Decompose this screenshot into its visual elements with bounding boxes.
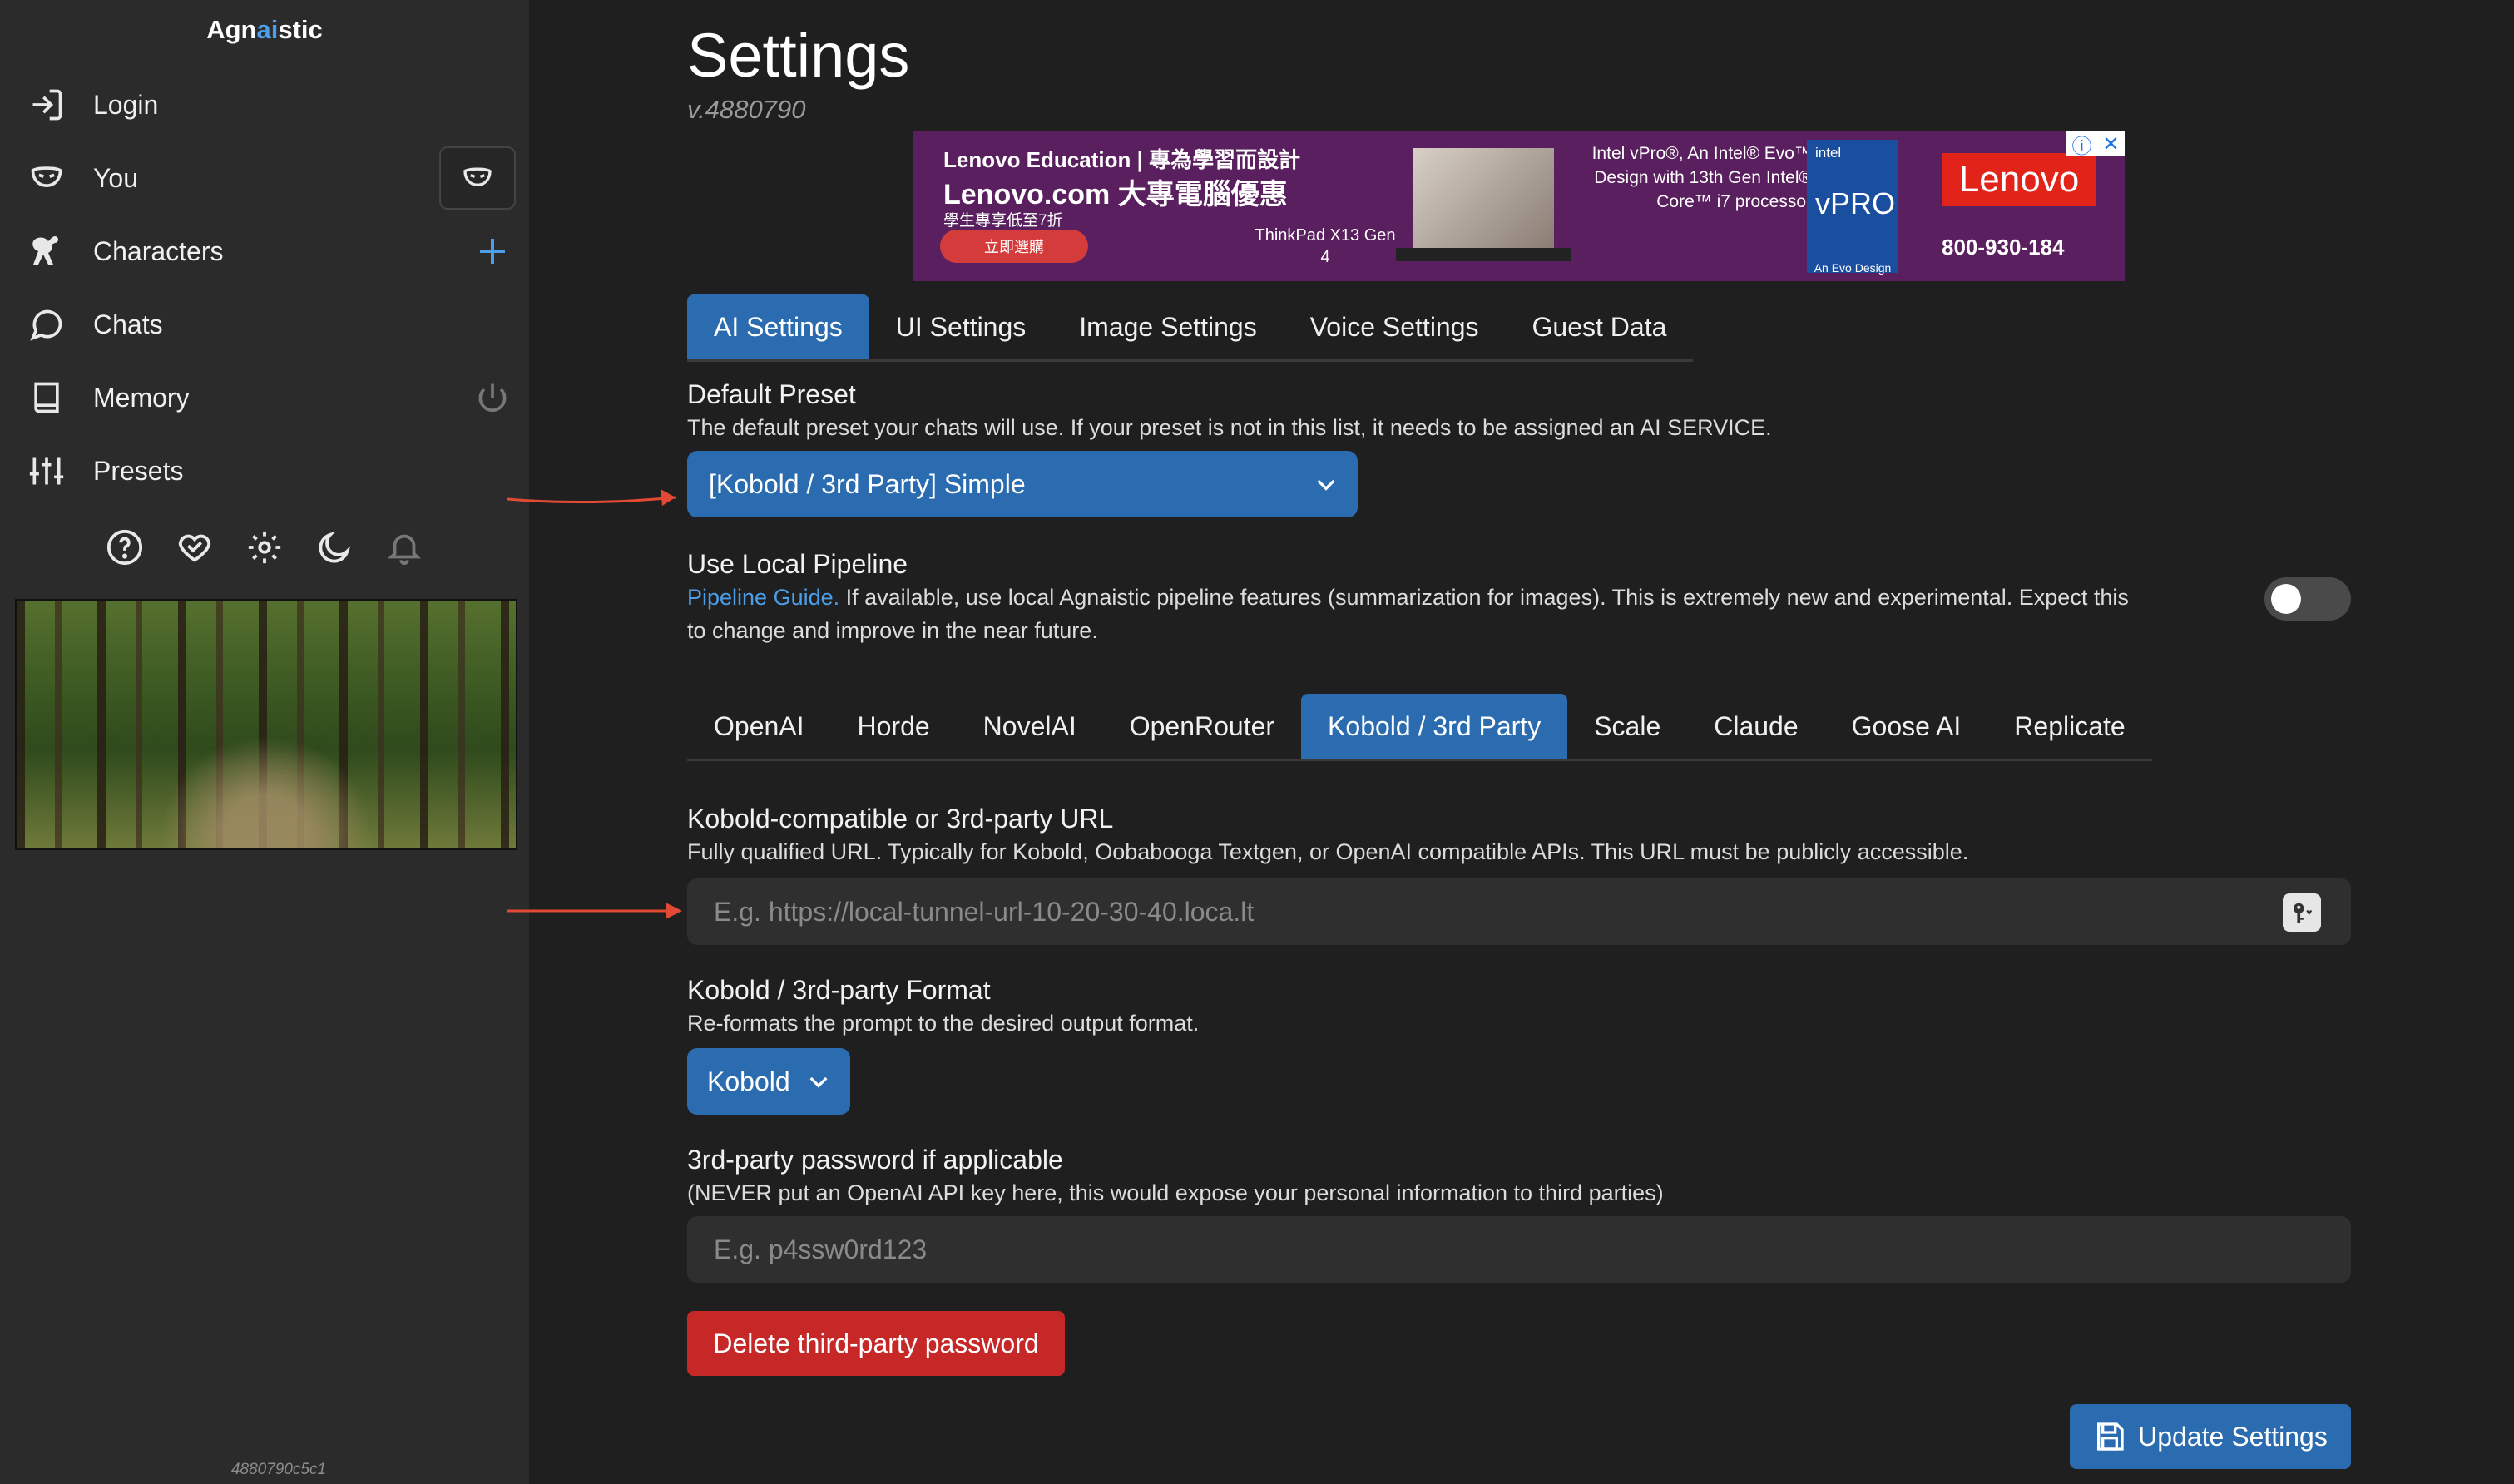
kobold-format-help: Re-formats the prompt to the desired out… xyxy=(687,1011,1200,1036)
sidebar-item-label: You xyxy=(93,162,138,193)
default-preset-select[interactable]: [Kobold / 3rd Party] Simple xyxy=(687,451,1358,517)
settings-tabs: AI Settings UI Settings Image Settings V… xyxy=(687,294,1694,362)
ad-photo xyxy=(1413,148,1554,248)
kobold-url-label: Kobold-compatible or 3rd-party URL xyxy=(687,804,1114,834)
page-title: Settings xyxy=(687,21,910,90)
sidebar-item-label: Login xyxy=(93,89,159,120)
ad-laptop-image xyxy=(1396,248,1571,261)
sidebar-item-login[interactable]: Login xyxy=(23,78,516,131)
local-pipeline-help: Pipeline Guide. If available, use local … xyxy=(687,585,2129,643)
password-input[interactable] xyxy=(687,1216,2351,1283)
tab-novelai[interactable]: NovelAI xyxy=(957,694,1103,759)
heart-handshake-icon[interactable] xyxy=(171,524,218,571)
mask-icon xyxy=(463,167,492,187)
pipeline-guide-link[interactable]: Pipeline Guide. xyxy=(687,585,839,610)
ad-brand-logo: Lenovo xyxy=(1942,153,2096,206)
update-settings-label: Update Settings xyxy=(2138,1421,2328,1452)
ad-line: 學生專享低至7折 xyxy=(943,212,1063,230)
intel-vpro-badge: intel vPRO An Evo Design xyxy=(1807,140,1898,275)
kobold-format-label: Kobold / 3rd-party Format xyxy=(687,975,991,1005)
kobold-url-help: Fully qualified URL. Typically for Kobol… xyxy=(687,839,1969,864)
tab-guest-data[interactable]: Guest Data xyxy=(1506,294,1694,359)
tab-openrouter[interactable]: OpenRouter xyxy=(1103,694,1301,759)
sidebar-item-label: Presets xyxy=(93,455,184,486)
sidebar: Agnaistic Login You Characters Chats Mem… xyxy=(0,0,529,1484)
ad-line: Lenovo Education | 專為學習而設計 xyxy=(943,147,1301,172)
password-help: (NEVER put an OpenAI API key here, this … xyxy=(687,1180,1664,1205)
password-manager-key-icon[interactable] xyxy=(2283,893,2321,932)
add-character-icon[interactable] xyxy=(469,228,516,275)
local-pipeline-label: Use Local Pipeline xyxy=(687,549,908,579)
annotation-arrow xyxy=(507,903,682,919)
tab-horde[interactable]: Horde xyxy=(831,694,957,759)
version-label: v.4880790 xyxy=(687,95,806,124)
login-icon xyxy=(23,82,70,128)
tab-ai-settings[interactable]: AI Settings xyxy=(687,294,869,359)
local-pipeline-toggle[interactable] xyxy=(2264,577,2351,621)
sidebar-item-chats[interactable]: Chats xyxy=(23,298,516,351)
app-logo[interactable]: Agnaistic xyxy=(0,15,529,45)
default-preset-value: [Kobold / 3rd Party] Simple xyxy=(709,468,1026,499)
toggle-knob xyxy=(2271,584,2301,614)
default-preset-help: The default preset your chats will use. … xyxy=(687,415,1772,440)
tab-claude[interactable]: Claude xyxy=(1687,694,1824,759)
ad-headline: Lenovo.com 大專電腦優惠 xyxy=(943,179,1288,210)
kobold-url-input[interactable] xyxy=(687,878,2351,945)
ad-banner[interactable]: Lenovo Education | 專為學習而設計 Lenovo.com 大專… xyxy=(913,131,2125,281)
sidebar-item-label: Chats xyxy=(93,309,163,339)
ad-promo-text: Intel vPro®, An Intel® Evo™ Design with … xyxy=(1591,144,1812,211)
tab-voice-settings[interactable]: Voice Settings xyxy=(1284,294,1506,359)
sidebar-item-label: Characters xyxy=(93,235,224,266)
update-settings-button[interactable]: Update Settings xyxy=(2070,1404,2351,1469)
default-preset-label: Default Preset xyxy=(687,379,856,409)
book-icon xyxy=(23,374,70,421)
characters-icon xyxy=(23,228,70,275)
bell-icon[interactable] xyxy=(381,524,428,571)
tab-openai[interactable]: OpenAI xyxy=(687,694,831,759)
chevron-down-icon xyxy=(809,1076,828,1088)
tab-replicate[interactable]: Replicate xyxy=(1987,694,2151,759)
ad-model: ThinkPad X13 Gen 4 xyxy=(1255,226,1396,266)
chat-bubble-icon xyxy=(23,301,70,348)
impersonate-button[interactable] xyxy=(439,146,516,210)
ad-choices-icon[interactable]: ⓘ ✕ xyxy=(2066,131,2125,158)
annotation-arrow xyxy=(507,489,676,506)
sliders-icon xyxy=(23,448,70,494)
chevron-down-icon xyxy=(1317,479,1335,491)
power-icon[interactable] xyxy=(469,374,516,421)
build-hash: 4880790c5c1 xyxy=(230,1461,327,1478)
save-icon xyxy=(2097,1422,2124,1451)
kobold-format-select[interactable]: Kobold xyxy=(687,1048,850,1115)
sidebar-item-characters[interactable]: Characters xyxy=(23,225,516,278)
delete-password-button[interactable]: Delete third-party password xyxy=(687,1311,1065,1376)
ai-service-tabs: OpenAI Horde NovelAI OpenRouter Kobold /… xyxy=(687,694,2152,761)
tab-goose-ai[interactable]: Goose AI xyxy=(1825,694,1988,759)
ad-cta-button[interactable]: 立即選購 xyxy=(940,230,1088,263)
sidebar-background-image xyxy=(15,599,517,850)
kobold-format-value: Kobold xyxy=(707,1066,790,1096)
password-label: 3rd-party password if applicable xyxy=(687,1145,1063,1175)
sidebar-item-memory[interactable]: Memory xyxy=(23,371,516,424)
sidebar-item-you[interactable]: You xyxy=(23,146,516,210)
moon-icon[interactable] xyxy=(311,524,358,571)
tab-kobold[interactable]: Kobold / 3rd Party xyxy=(1301,694,1568,759)
tab-scale[interactable]: Scale xyxy=(1567,694,1687,759)
sidebar-item-presets[interactable]: Presets xyxy=(23,444,516,497)
sidebar-utility-icons xyxy=(0,524,529,571)
sidebar-item-label: Memory xyxy=(93,382,190,413)
mask-icon xyxy=(23,155,70,201)
tab-image-settings[interactable]: Image Settings xyxy=(1052,294,1283,359)
help-icon[interactable] xyxy=(101,524,148,571)
gear-icon[interactable] xyxy=(241,524,288,571)
ad-phone: 800-930-184 xyxy=(1942,235,2065,260)
tab-ui-settings[interactable]: UI Settings xyxy=(869,294,1053,359)
close-icon: ✕ xyxy=(2102,132,2120,156)
